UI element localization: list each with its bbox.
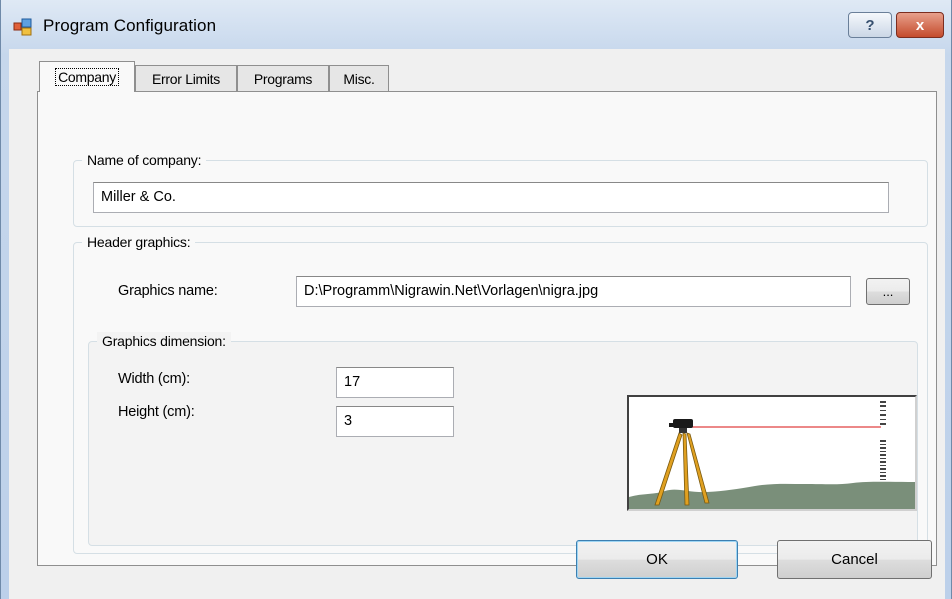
tab-error-limits[interactable]: Error Limits [135, 65, 237, 91]
graphics-name-label: Graphics name: [118, 283, 218, 299]
surveying-level-icon [629, 399, 915, 509]
company-tab-page: Name of company: Miller & Co. Header gra… [37, 91, 937, 566]
tab-misc-label: Misc. [343, 70, 375, 87]
tab-company[interactable]: Company [39, 61, 135, 92]
browse-button-label: ... [882, 284, 894, 299]
company-name-input[interactable]: Miller & Co. [93, 182, 889, 213]
tab-company-label: Company [55, 68, 119, 86]
help-button[interactable]: ? [848, 12, 892, 38]
close-button[interactable]: x [896, 12, 944, 38]
company-name-group-title: Name of company: [82, 151, 207, 169]
graphics-name-input[interactable]: D:\Programm\Nigrawin.Net\Vorlagen\nigra.… [296, 276, 851, 307]
tab-programs-label: Programs [253, 70, 313, 87]
window-title: Program Configuration [43, 16, 217, 35]
tab-programs[interactable]: Programs [237, 65, 329, 91]
dialog-client-area: Company Error Limits Programs Misc. Name… [9, 49, 945, 599]
leveling-rod-graphic [880, 399, 886, 487]
height-label: Height (cm): [118, 404, 195, 420]
header-graphics-group-title: Header graphics: [82, 233, 196, 251]
tab-misc[interactable]: Misc. [329, 65, 389, 91]
browse-button[interactable]: ... [866, 278, 910, 305]
app-icon [13, 18, 32, 36]
ground-graphic [629, 481, 915, 509]
title-bar[interactable]: Program Configuration ? x [1, 0, 951, 56]
cancel-button-label: Cancel [831, 551, 878, 568]
dialog-window: Program Configuration ? x Company Error … [0, 0, 952, 599]
help-icon: ? [865, 16, 875, 34]
header-graphic-preview [627, 395, 917, 511]
close-icon: x [915, 16, 925, 34]
cancel-button[interactable]: Cancel [777, 540, 932, 579]
graphics-dimension-group-title: Graphics dimension: [97, 332, 231, 350]
width-input[interactable]: 17 [336, 367, 454, 398]
ok-button[interactable]: OK [576, 540, 738, 579]
width-label: Width (cm): [118, 371, 190, 387]
ok-button-label: OK [646, 551, 668, 568]
height-input[interactable]: 3 [336, 406, 454, 437]
tab-error-limits-label: Error Limits [152, 70, 220, 87]
